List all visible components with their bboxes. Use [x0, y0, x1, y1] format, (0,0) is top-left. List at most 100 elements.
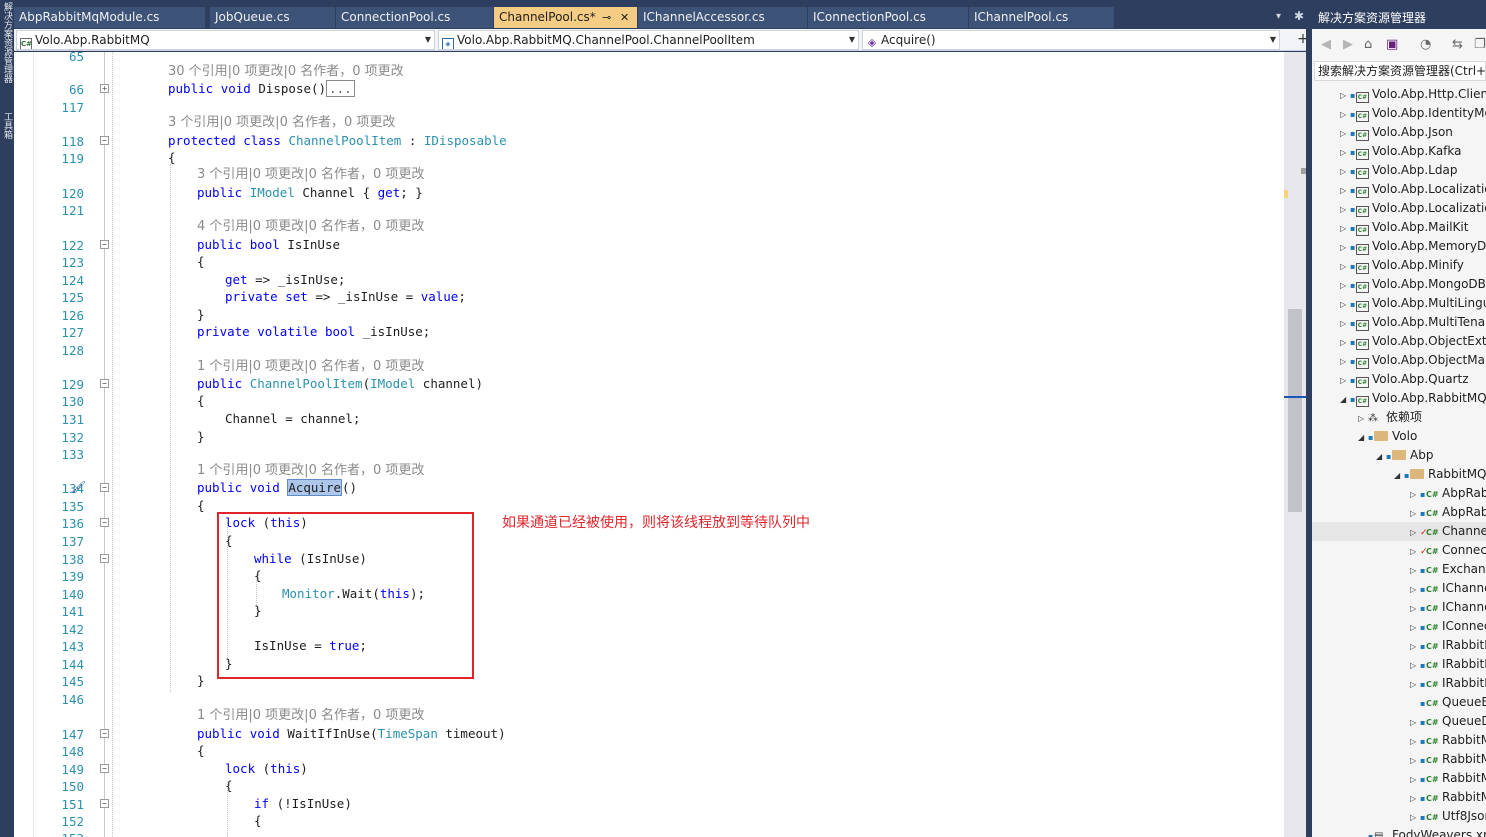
- pin-icon[interactable]: ⊸: [602, 7, 611, 28]
- highlighted-symbol[interactable]: Acquire: [287, 479, 343, 496]
- tree-item[interactable]: ▪▤FodyWeavers.xml: [1358, 826, 1486, 837]
- collapse-icon[interactable]: −: [100, 764, 109, 773]
- tree-item[interactable]: ▷ ▪ C# Volo.Abp.MailKit: [1340, 218, 1486, 237]
- collapse-icon[interactable]: −: [100, 483, 109, 492]
- history-icon[interactable]: ◔: [1420, 37, 1431, 52]
- tab-iconnectionpool[interactable]: IConnectionPool.cs: [808, 7, 968, 28]
- tree-item[interactable]: ▷ ▪ C# Volo.Abp.MongoDB: [1340, 275, 1486, 294]
- tree-item[interactable]: ▷ ▪ C# Volo.Abp.Quartz: [1340, 370, 1486, 389]
- chevron-right-icon[interactable]: ▷: [1340, 181, 1350, 200]
- tree-item[interactable]: ▷✓C#ConnectionPool.cs: [1410, 541, 1486, 560]
- tree-item[interactable]: ▷▪C#RabbitMqMessageConsumerFactory.cs: [1410, 769, 1486, 788]
- tree-item[interactable]: ▷▪C#RabbitMqSerializer.cs: [1410, 788, 1486, 807]
- back-icon[interactable]: ◀: [1321, 37, 1331, 52]
- chevron-right-icon[interactable]: ▷: [1340, 162, 1350, 181]
- chevron-down-icon[interactable]: ◢: [1340, 390, 1350, 409]
- tree-item[interactable]: ▷▪C#IRabbitMqMessageConsumer.cs: [1410, 636, 1486, 655]
- chevron-right-icon[interactable]: ▷: [1340, 86, 1350, 105]
- tree-item[interactable]: ▷▪C#RabbitMqMessageConsumer.cs: [1410, 750, 1486, 769]
- tree-item[interactable]: ▷ ▪ C# Volo.Abp.Minify: [1340, 256, 1486, 275]
- tree-item[interactable]: ▷ ▪ C# Volo.Abp.Kafka: [1340, 142, 1486, 161]
- tab-ichannelaccessor[interactable]: IChannelAccessor.cs: [638, 7, 807, 28]
- tree-item[interactable]: ◢ ▪ C# Volo.Abp.RabbitMQ: [1340, 389, 1486, 408]
- chevron-right-icon[interactable]: ▷: [1410, 637, 1420, 656]
- chevron-right-icon[interactable]: ▷: [1410, 808, 1420, 827]
- tree-item[interactable]: ▷▪C#RabbitMqConnections.cs: [1410, 731, 1486, 750]
- chevron-right-icon[interactable]: ▷: [1410, 485, 1420, 504]
- tab-connectionpool[interactable]: ConnectionPool.cs: [336, 7, 493, 28]
- tree-item[interactable]: ▪C#QueueBindCommand.cs: [1410, 693, 1486, 712]
- member-dropdown[interactable]: ◈ Acquire() ▼: [862, 30, 1280, 50]
- code-editor[interactable]: 65 66 117 118 119 120 121 122 123 124 12…: [14, 52, 1284, 837]
- tree-item[interactable]: ▷▪C#Volo.Abp.MultiTenancy: [1340, 313, 1486, 332]
- sync-icon[interactable]: ⇆: [1452, 37, 1463, 52]
- tab-channelpool[interactable]: ChannelPool.cs* ⊸ ✕: [494, 7, 637, 28]
- tree-item[interactable]: ▷▪C#ExchangeDeclareConfiguration.cs: [1410, 560, 1486, 579]
- tree-item[interactable]: ▷▪C#Utf8JsonRabbitMqSerializer.cs: [1410, 807, 1486, 826]
- chevron-right-icon[interactable]: ▷: [1410, 561, 1420, 580]
- codelens-references[interactable]: 1 个引用|0 项更改|0 名作者，0 项更改: [197, 359, 424, 375]
- tree-item[interactable]: ▷▪C#Volo.Abp.MultiLingualObjects: [1340, 294, 1486, 313]
- solution-explorer-side-tab[interactable]: 解决方案资源管理器: [1, 2, 13, 102]
- tree-item[interactable]: ▷✓C#ChannelPool.cs: [1312, 522, 1486, 541]
- chevron-down-icon[interactable]: ◢: [1394, 466, 1404, 485]
- chevron-right-icon[interactable]: ▷: [1340, 238, 1350, 257]
- codelens-references[interactable]: 3 个引用|0 项更改|0 名作者，0 项更改: [168, 115, 395, 131]
- collapse-icon[interactable]: −: [100, 240, 109, 249]
- collapse-icon[interactable]: −: [100, 729, 109, 738]
- tree-item[interactable]: ▷ ▪ C# Volo.Abp.MemoryDb: [1340, 237, 1486, 256]
- chevron-right-icon[interactable]: ▷: [1340, 105, 1350, 124]
- chevron-down-icon[interactable]: ◢: [1376, 447, 1386, 466]
- collapse-icon[interactable]: −: [100, 799, 109, 808]
- tree-item[interactable]: ▷▪C#AbpRabbitMqModule.cs: [1410, 503, 1486, 522]
- collapse-icon[interactable]: −: [100, 554, 109, 563]
- tree-item[interactable]: ▷▪C#IRabbitMqMessageConsumerFactory.cs: [1410, 655, 1486, 674]
- chevron-right-icon[interactable]: ▷: [1340, 352, 1350, 371]
- codelens-references[interactable]: 1 个引用|0 项更改|0 名作者，0 项更改: [197, 708, 424, 724]
- codelens-references[interactable]: 3 个引用|0 项更改|0 名作者，0 项更改: [197, 167, 424, 183]
- chevron-right-icon[interactable]: ▷: [1410, 675, 1420, 694]
- chevron-right-icon[interactable]: ▷: [1358, 409, 1368, 428]
- tree-item[interactable]: ▷▪C#IChannelAccessor.cs: [1410, 579, 1486, 598]
- project-dropdown[interactable]: C# Volo.Abp.RabbitMQ ▼: [16, 30, 435, 50]
- tree-item[interactable]: ▷ ⁂ 依赖项: [1358, 408, 1486, 427]
- collapse-icon[interactable]: −: [100, 518, 109, 527]
- chevron-right-icon[interactable]: ▷: [1340, 371, 1350, 390]
- tree-item[interactable]: ◢ ▪ Abp: [1376, 446, 1486, 465]
- tab-list-dropdown-icon[interactable]: ▾: [1276, 11, 1281, 22]
- codelens-references[interactable]: 30 个引用|0 项更改|0 名作者，0 项更改: [168, 64, 404, 80]
- collapsed-region[interactable]: ...: [326, 80, 355, 97]
- tree-item[interactable]: ▷▪C#Volo.Abp.Localization.Abstractions: [1340, 199, 1486, 218]
- chevron-right-icon[interactable]: ▷: [1410, 599, 1420, 618]
- chevron-right-icon[interactable]: ▷: [1340, 314, 1350, 333]
- tab-settings-gear-icon[interactable]: ✱: [1294, 9, 1304, 23]
- chevron-right-icon[interactable]: ▷: [1340, 143, 1350, 162]
- collapse-icon[interactable]: −: [100, 379, 109, 388]
- tree-item[interactable]: ▷▪C#Volo.Abp.ObjectMapping: [1340, 351, 1486, 370]
- tree-item[interactable]: ▷ ▪ C# Volo.Abp.Json: [1340, 123, 1486, 142]
- tree-item[interactable]: ▷▪C#QueueDeclareConfiguration.cs: [1410, 712, 1486, 731]
- chevron-right-icon[interactable]: ▷: [1340, 276, 1350, 295]
- tree-item[interactable]: ▷▪C#Volo.Abp.IdentityModel: [1340, 104, 1486, 123]
- tree-item[interactable]: ▷▪C#IChannelPool.cs: [1410, 598, 1486, 617]
- codelens-references[interactable]: 4 个引用|0 项更改|0 名作者，0 项更改: [197, 219, 424, 235]
- copy-icon[interactable]: ❐: [1474, 37, 1486, 52]
- chevron-right-icon[interactable]: ▷: [1410, 751, 1420, 770]
- tree-item[interactable]: ▷ ▪ C# Volo.Abp.Http.Client: [1340, 85, 1486, 104]
- chevron-right-icon[interactable]: ▷: [1340, 124, 1350, 143]
- tree-item[interactable]: ◢ ▪ RabbitMQ: [1394, 465, 1486, 484]
- tree-item[interactable]: ▷▪C#Volo.Abp.ObjectExtending: [1340, 332, 1486, 351]
- tree-item[interactable]: ▷▪C#IRabbitMqSerializer.cs: [1410, 674, 1486, 693]
- chevron-right-icon[interactable]: ▷: [1410, 504, 1420, 523]
- tab-jobqueue[interactable]: JobQueue.cs: [210, 7, 335, 28]
- chevron-right-icon[interactable]: ▷: [1410, 770, 1420, 789]
- solution-search-input[interactable]: 搜索解决方案资源管理器(Ctrl+;): [1314, 61, 1486, 81]
- scrollbar-thumb[interactable]: [1288, 309, 1302, 512]
- tree-item[interactable]: ▷ ▪ C# Volo.Abp.Ldap: [1340, 161, 1486, 180]
- chevron-right-icon[interactable]: ▷: [1410, 523, 1420, 542]
- type-dropdown[interactable]: ◈ Volo.Abp.RabbitMQ.ChannelPool.ChannelPo…: [438, 30, 859, 50]
- chevron-right-icon[interactable]: ▷: [1340, 295, 1350, 314]
- collapse-icon[interactable]: −: [100, 136, 109, 145]
- codelens-references[interactable]: 1 个引用|0 项更改|0 名作者，0 项更改: [197, 463, 424, 479]
- chevron-right-icon[interactable]: ▷: [1340, 219, 1350, 238]
